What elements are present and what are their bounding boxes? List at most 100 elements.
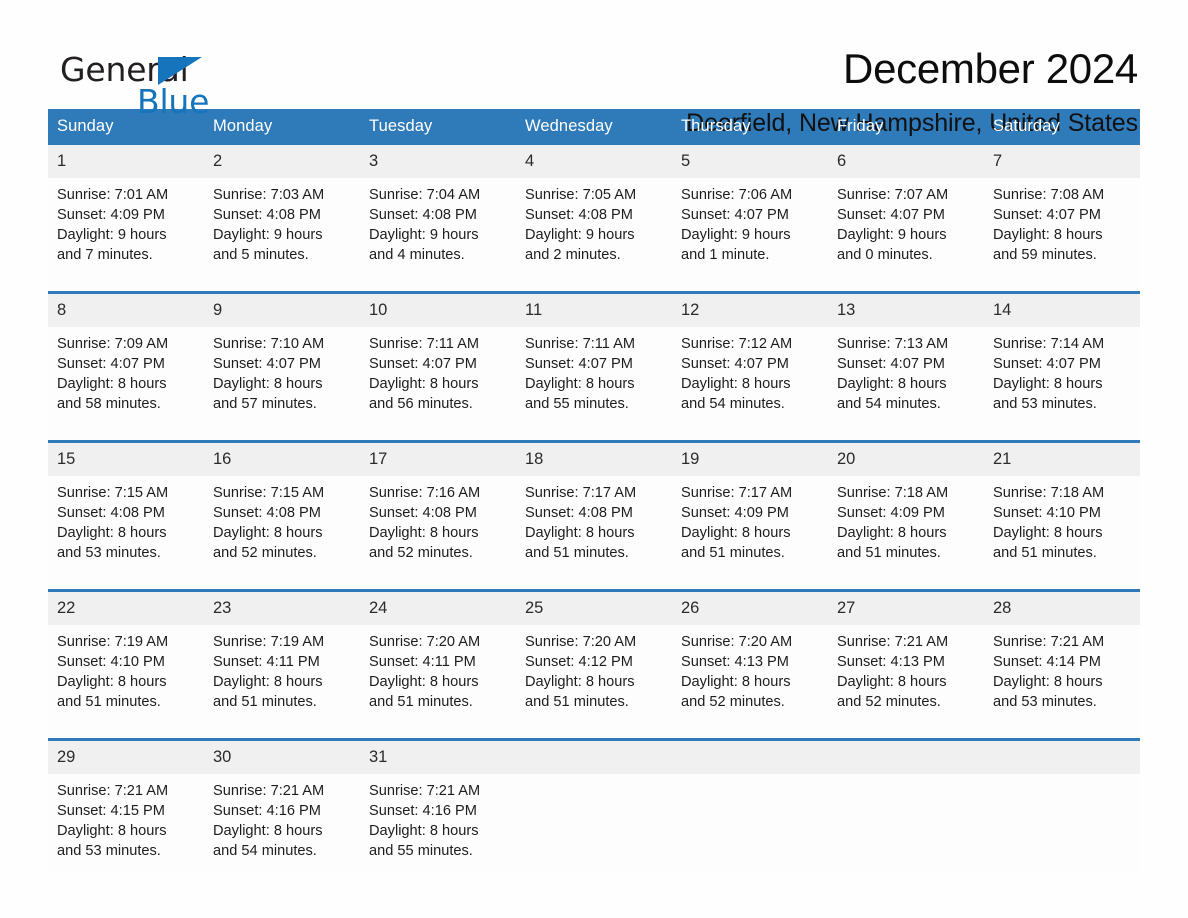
calendar-day-cell[interactable]: 28 Sunrise: 7:21 AM Sunset: 4:14 PM Dayligh…: [984, 589, 1140, 722]
sunrise-time: Sunrise: 7:15 AM: [57, 485, 169, 501]
calendar-week-row: 29 Sunrise: 7:21 AM Sunset: 4:15 PM Dayligh…: [48, 738, 1140, 871]
calendar-day-cell[interactable]: 8 Sunrise: 7:09 AM Sunset: 4:07 PM Daylight…: [48, 291, 204, 424]
sunset-time: Sunset: 4:07 PM: [525, 356, 633, 372]
calendar-day-cell[interactable]: 3 Sunrise: 7:04 AM Sunset: 4:08 PM Daylight…: [360, 145, 516, 275]
daylight-duration-line2: and 2 minutes.: [525, 247, 621, 263]
calendar-day-cell[interactable]: 19 Sunrise: 7:17 AM Sunset: 4:09 PM Dayligh…: [672, 440, 828, 573]
day-details: Sunrise: 7:06 AM Sunset: 4:07 PM Daylight:…: [672, 178, 828, 275]
sunset-time: Sunset: 4:13 PM: [681, 654, 789, 670]
sunset-time: Sunset: 4:07 PM: [369, 356, 477, 372]
daylight-duration-line2: and 51 minutes.: [57, 694, 161, 710]
sunrise-time: Sunrise: 7:20 AM: [369, 634, 481, 650]
sunset-time: Sunset: 4:07 PM: [837, 356, 945, 372]
day-details: Sunrise: 7:20 AM Sunset: 4:13 PM Daylight:…: [672, 625, 828, 722]
daylight-duration-line1: Daylight: 8 hours: [993, 376, 1103, 392]
sunrise-time: Sunrise: 7:21 AM: [213, 783, 325, 799]
daylight-duration-line2: and 0 minutes.: [837, 247, 933, 263]
day-number: 25: [516, 592, 672, 625]
calendar-day-cell[interactable]: 12 Sunrise: 7:12 AM Sunset: 4:07 PM Dayligh…: [672, 291, 828, 424]
calendar-day-cell[interactable]: 20 Sunrise: 7:18 AM Sunset: 4:09 PM Dayligh…: [828, 440, 984, 573]
sunrise-time: Sunrise: 7:15 AM: [213, 485, 325, 501]
sunset-time: Sunset: 4:07 PM: [993, 356, 1101, 372]
calendar-day-cell[interactable]: 4 Sunrise: 7:05 AM Sunset: 4:08 PM Daylight…: [516, 145, 672, 275]
calendar-day-cell[interactable]: 31 Sunrise: 7:21 AM Sunset: 4:16 PM Dayligh…: [360, 738, 516, 871]
calendar-day-cell[interactable]: 10 Sunrise: 7:11 AM Sunset: 4:07 PM Dayligh…: [360, 291, 516, 424]
daylight-duration-line2: and 51 minutes.: [681, 545, 785, 561]
calendar-day-cell[interactable]: 18 Sunrise: 7:17 AM Sunset: 4:08 PM Dayligh…: [516, 440, 672, 573]
calendar-day-cell[interactable]: 1 Sunrise: 7:01 AM Sunset: 4:09 PM Daylight…: [48, 145, 204, 275]
sunrise-time: Sunrise: 7:18 AM: [993, 485, 1105, 501]
calendar-day-cell[interactable]: 6 Sunrise: 7:07 AM Sunset: 4:07 PM Daylight…: [828, 145, 984, 275]
calendar-day-cell[interactable]: 11 Sunrise: 7:11 AM Sunset: 4:07 PM Dayligh…: [516, 291, 672, 424]
weekday-header-tuesday: Tuesday: [360, 109, 516, 145]
day-details: Sunrise: 7:15 AM Sunset: 4:08 PM Daylight:…: [48, 476, 204, 573]
sunset-time: Sunset: 4:08 PM: [213, 505, 321, 521]
week-spacer-cell: [48, 722, 1140, 740]
day-number: 13: [828, 294, 984, 327]
calendar-day-cell[interactable]: 9 Sunrise: 7:10 AM Sunset: 4:07 PM Daylight…: [204, 291, 360, 424]
daylight-duration-line2: and 51 minutes.: [369, 694, 473, 710]
calendar-day-cell[interactable]: 27 Sunrise: 7:21 AM Sunset: 4:13 PM Dayligh…: [828, 589, 984, 722]
sunset-time: Sunset: 4:07 PM: [213, 356, 321, 372]
generalblue-logo[interactable]: General Blue: [60, 44, 260, 122]
sunrise-time: Sunrise: 7:20 AM: [525, 634, 637, 650]
daylight-duration-line1: Daylight: 8 hours: [57, 674, 167, 690]
sunset-time: Sunset: 4:13 PM: [837, 654, 945, 670]
day-number: 3: [360, 145, 516, 178]
calendar-day-cell[interactable]: 17 Sunrise: 7:16 AM Sunset: 4:08 PM Dayligh…: [360, 440, 516, 573]
day-number: 4: [516, 145, 672, 178]
calendar-day-cell[interactable]: 13 Sunrise: 7:13 AM Sunset: 4:07 PM Dayligh…: [828, 291, 984, 424]
sunset-time: Sunset: 4:11 PM: [213, 654, 320, 670]
day-details: Sunrise: 7:21 AM Sunset: 4:16 PM Daylight:…: [360, 774, 516, 871]
daylight-duration-line2: and 51 minutes.: [525, 694, 629, 710]
daylight-duration-line1: Daylight: 8 hours: [681, 525, 791, 541]
sunrise-time: Sunrise: 7:18 AM: [837, 485, 949, 501]
day-number: 28: [984, 592, 1140, 625]
sunset-time: Sunset: 4:12 PM: [525, 654, 633, 670]
day-details: Sunrise: 7:21 AM Sunset: 4:13 PM Daylight:…: [828, 625, 984, 722]
sunrise-sunset-calendar: Sunday Monday Tuesday Wednesday Thursday…: [48, 109, 1140, 871]
daylight-duration-line2: and 59 minutes.: [993, 247, 1097, 263]
day-details: Sunrise: 7:09 AM Sunset: 4:07 PM Daylight:…: [48, 327, 204, 424]
sunrise-time: Sunrise: 7:21 AM: [993, 634, 1105, 650]
daylight-duration-line1: Daylight: 8 hours: [681, 376, 791, 392]
calendar-day-cell[interactable]: 15 Sunrise: 7:15 AM Sunset: 4:08 PM Dayligh…: [48, 440, 204, 573]
day-number: 18: [516, 443, 672, 476]
calendar-day-cell[interactable]: 2 Sunrise: 7:03 AM Sunset: 4:08 PM Daylight…: [204, 145, 360, 275]
calendar-day-cell[interactable]: 7 Sunrise: 7:08 AM Sunset: 4:07 PM Daylight…: [984, 145, 1140, 275]
sunrise-time: Sunrise: 7:09 AM: [57, 336, 169, 352]
page-title: December 2024: [843, 45, 1138, 92]
calendar-day-cell[interactable]: 14 Sunrise: 7:14 AM Sunset: 4:07 PM Dayligh…: [984, 291, 1140, 424]
calendar-day-cell[interactable]: 22 Sunrise: 7:19 AM Sunset: 4:10 PM Dayligh…: [48, 589, 204, 722]
calendar-day-cell[interactable]: 30 Sunrise: 7:21 AM Sunset: 4:16 PM Dayligh…: [204, 738, 360, 871]
calendar-day-cell[interactable]: 5 Sunrise: 7:06 AM Sunset: 4:07 PM Daylight…: [672, 145, 828, 275]
calendar-day-cell[interactable]: 24 Sunrise: 7:20 AM Sunset: 4:11 PM Dayligh…: [360, 589, 516, 722]
day-number: 11: [516, 294, 672, 327]
daylight-duration-line2: and 52 minutes.: [837, 694, 941, 710]
sunrise-time: Sunrise: 7:10 AM: [213, 336, 325, 352]
sunrise-time: Sunrise: 7:21 AM: [369, 783, 481, 799]
week-spacer: [48, 722, 1140, 740]
daylight-duration-line2: and 7 minutes.: [57, 247, 153, 263]
sunset-time: Sunset: 4:07 PM: [837, 207, 945, 223]
day-details: Sunrise: 7:21 AM Sunset: 4:15 PM Daylight:…: [48, 774, 204, 871]
sunset-time: Sunset: 4:09 PM: [837, 505, 945, 521]
sunrise-time: Sunrise: 7:04 AM: [369, 187, 481, 203]
calendar-day-cell[interactable]: 25 Sunrise: 7:20 AM Sunset: 4:12 PM Dayligh…: [516, 589, 672, 722]
day-number: 1: [48, 145, 204, 178]
sunrise-time: Sunrise: 7:06 AM: [681, 187, 793, 203]
calendar-day-cell[interactable]: 29 Sunrise: 7:21 AM Sunset: 4:15 PM Dayligh…: [48, 738, 204, 871]
title-block: December 2024 Deerfield, New Hampshire, …: [686, 44, 1140, 138]
day-number: 8: [48, 294, 204, 327]
sunset-time: Sunset: 4:10 PM: [57, 654, 165, 670]
day-number: 29: [48, 741, 204, 774]
sunset-time: Sunset: 4:16 PM: [213, 803, 321, 819]
calendar-day-cell[interactable]: 23 Sunrise: 7:19 AM Sunset: 4:11 PM Dayligh…: [204, 589, 360, 722]
daylight-duration-line2: and 54 minutes.: [681, 396, 785, 412]
daylight-duration-line1: Daylight: 8 hours: [681, 674, 791, 690]
daylight-duration-line2: and 53 minutes.: [993, 694, 1097, 710]
calendar-day-cell[interactable]: 16 Sunrise: 7:15 AM Sunset: 4:08 PM Dayligh…: [204, 440, 360, 573]
calendar-day-cell[interactable]: 21 Sunrise: 7:18 AM Sunset: 4:10 PM Dayligh…: [984, 440, 1140, 573]
daylight-duration-line2: and 51 minutes.: [993, 545, 1097, 561]
calendar-day-cell[interactable]: 26 Sunrise: 7:20 AM Sunset: 4:13 PM Dayligh…: [672, 589, 828, 722]
